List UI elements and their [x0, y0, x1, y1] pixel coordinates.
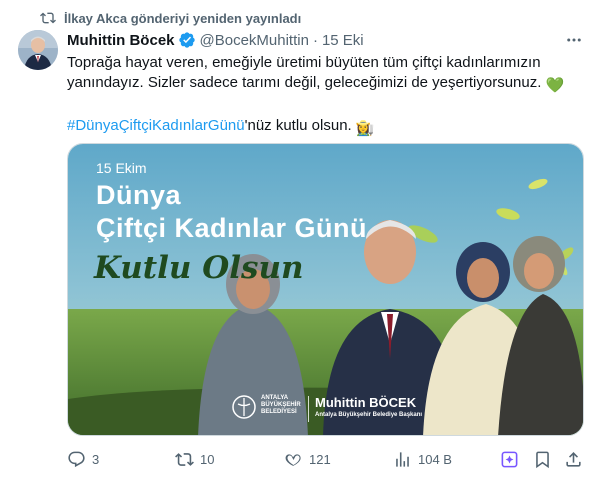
tweet-date[interactable]: 15 Eki: [322, 32, 364, 49]
header-separator: ·: [312, 31, 318, 49]
reply-icon: [68, 451, 85, 467]
municipality-logo: ANTALYA BÜYÜKŞEHİR BELEDİYESİ: [233, 394, 301, 416]
tweet-line-2: 'nüz kutlu olsun.: [244, 117, 352, 134]
reply-count: 3: [92, 451, 100, 467]
views-icon: [396, 451, 409, 467]
municipality-logo-text: ANTALYA BÜYÜKŞEHİR BELEDİYESİ: [261, 395, 301, 416]
media-image[interactable]: 15 Ekim Dünya Çiftçi Kadınlar Günü Kutlu…: [67, 143, 584, 436]
share-button[interactable]: [564, 449, 583, 469]
views-button[interactable]: 104 B: [393, 449, 452, 469]
repost-icon: [40, 12, 56, 24]
avatar[interactable]: [18, 30, 58, 70]
author-handle[interactable]: @BocekMuhittin: [200, 32, 309, 49]
media-title-line1: Dünya: [96, 180, 182, 210]
repost-action-icon: [175, 452, 194, 466]
logo-line-3: BELEDİYESİ: [261, 408, 297, 415]
tweet-paragraph-1: Toprağa hayat veren, emeğiyle üretimi bü…: [67, 53, 587, 96]
bookmark-button[interactable]: [533, 449, 552, 469]
media-role: Antalya Büyükşehir Belediye Başkanı: [315, 412, 423, 418]
more-options-icon[interactable]: [563, 30, 585, 50]
verified-badge-icon[interactable]: [178, 31, 196, 49]
green-heart-emoji: 💚: [545, 77, 565, 94]
tweet-paragraph-2: #DünyaÇiftçiKadınlarGünü'nüz kutlu olsun…: [67, 116, 587, 139]
media-name: Muhittin BÖCEK: [315, 395, 417, 410]
like-button[interactable]: 121: [284, 449, 331, 469]
logo-line-2: BÜYÜKŞEHİR: [261, 401, 301, 408]
avatar-image: [18, 30, 58, 70]
action-bar: 3 10 121 104 B: [67, 449, 587, 469]
views-count: 104 B: [418, 451, 452, 467]
media-greeting: Kutlu Olsun: [94, 250, 304, 286]
repost-count: 10: [200, 451, 215, 467]
repost-header[interactable]: İlkay Akca gönderiyi yeniden yayınladı: [40, 9, 301, 27]
share-icon: [566, 451, 581, 467]
reply-button[interactable]: 3: [67, 449, 99, 469]
grok-button[interactable]: [500, 449, 519, 469]
farmer-emoji: 👩‍🌾: [355, 120, 375, 137]
heart-icon: [285, 453, 301, 466]
grok-icon: [501, 451, 518, 467]
logo-line-1: ANTALYA: [261, 394, 289, 401]
author-name[interactable]: Muhittin Böcek: [67, 32, 175, 49]
repost-button[interactable]: 10: [175, 449, 214, 469]
media-title-line2: Çiftçi Kadınlar Günü: [96, 213, 368, 243]
bookmark-icon: [536, 451, 549, 468]
media-divider: [308, 396, 309, 422]
tweet-line-1: Toprağa hayat veren, emeğiyle üretimi bü…: [67, 54, 542, 91]
repost-text: İlkay Akca gönderiyi yeniden yayınladı: [64, 10, 302, 26]
media-date: 15 Ekim: [96, 160, 147, 176]
hashtag-link[interactable]: #DünyaÇiftçiKadınlarGünü: [67, 117, 245, 134]
tweet-header: Muhittin Böcek @BocekMuhittin · 15 Eki: [67, 30, 589, 50]
like-count: 121: [309, 451, 331, 467]
